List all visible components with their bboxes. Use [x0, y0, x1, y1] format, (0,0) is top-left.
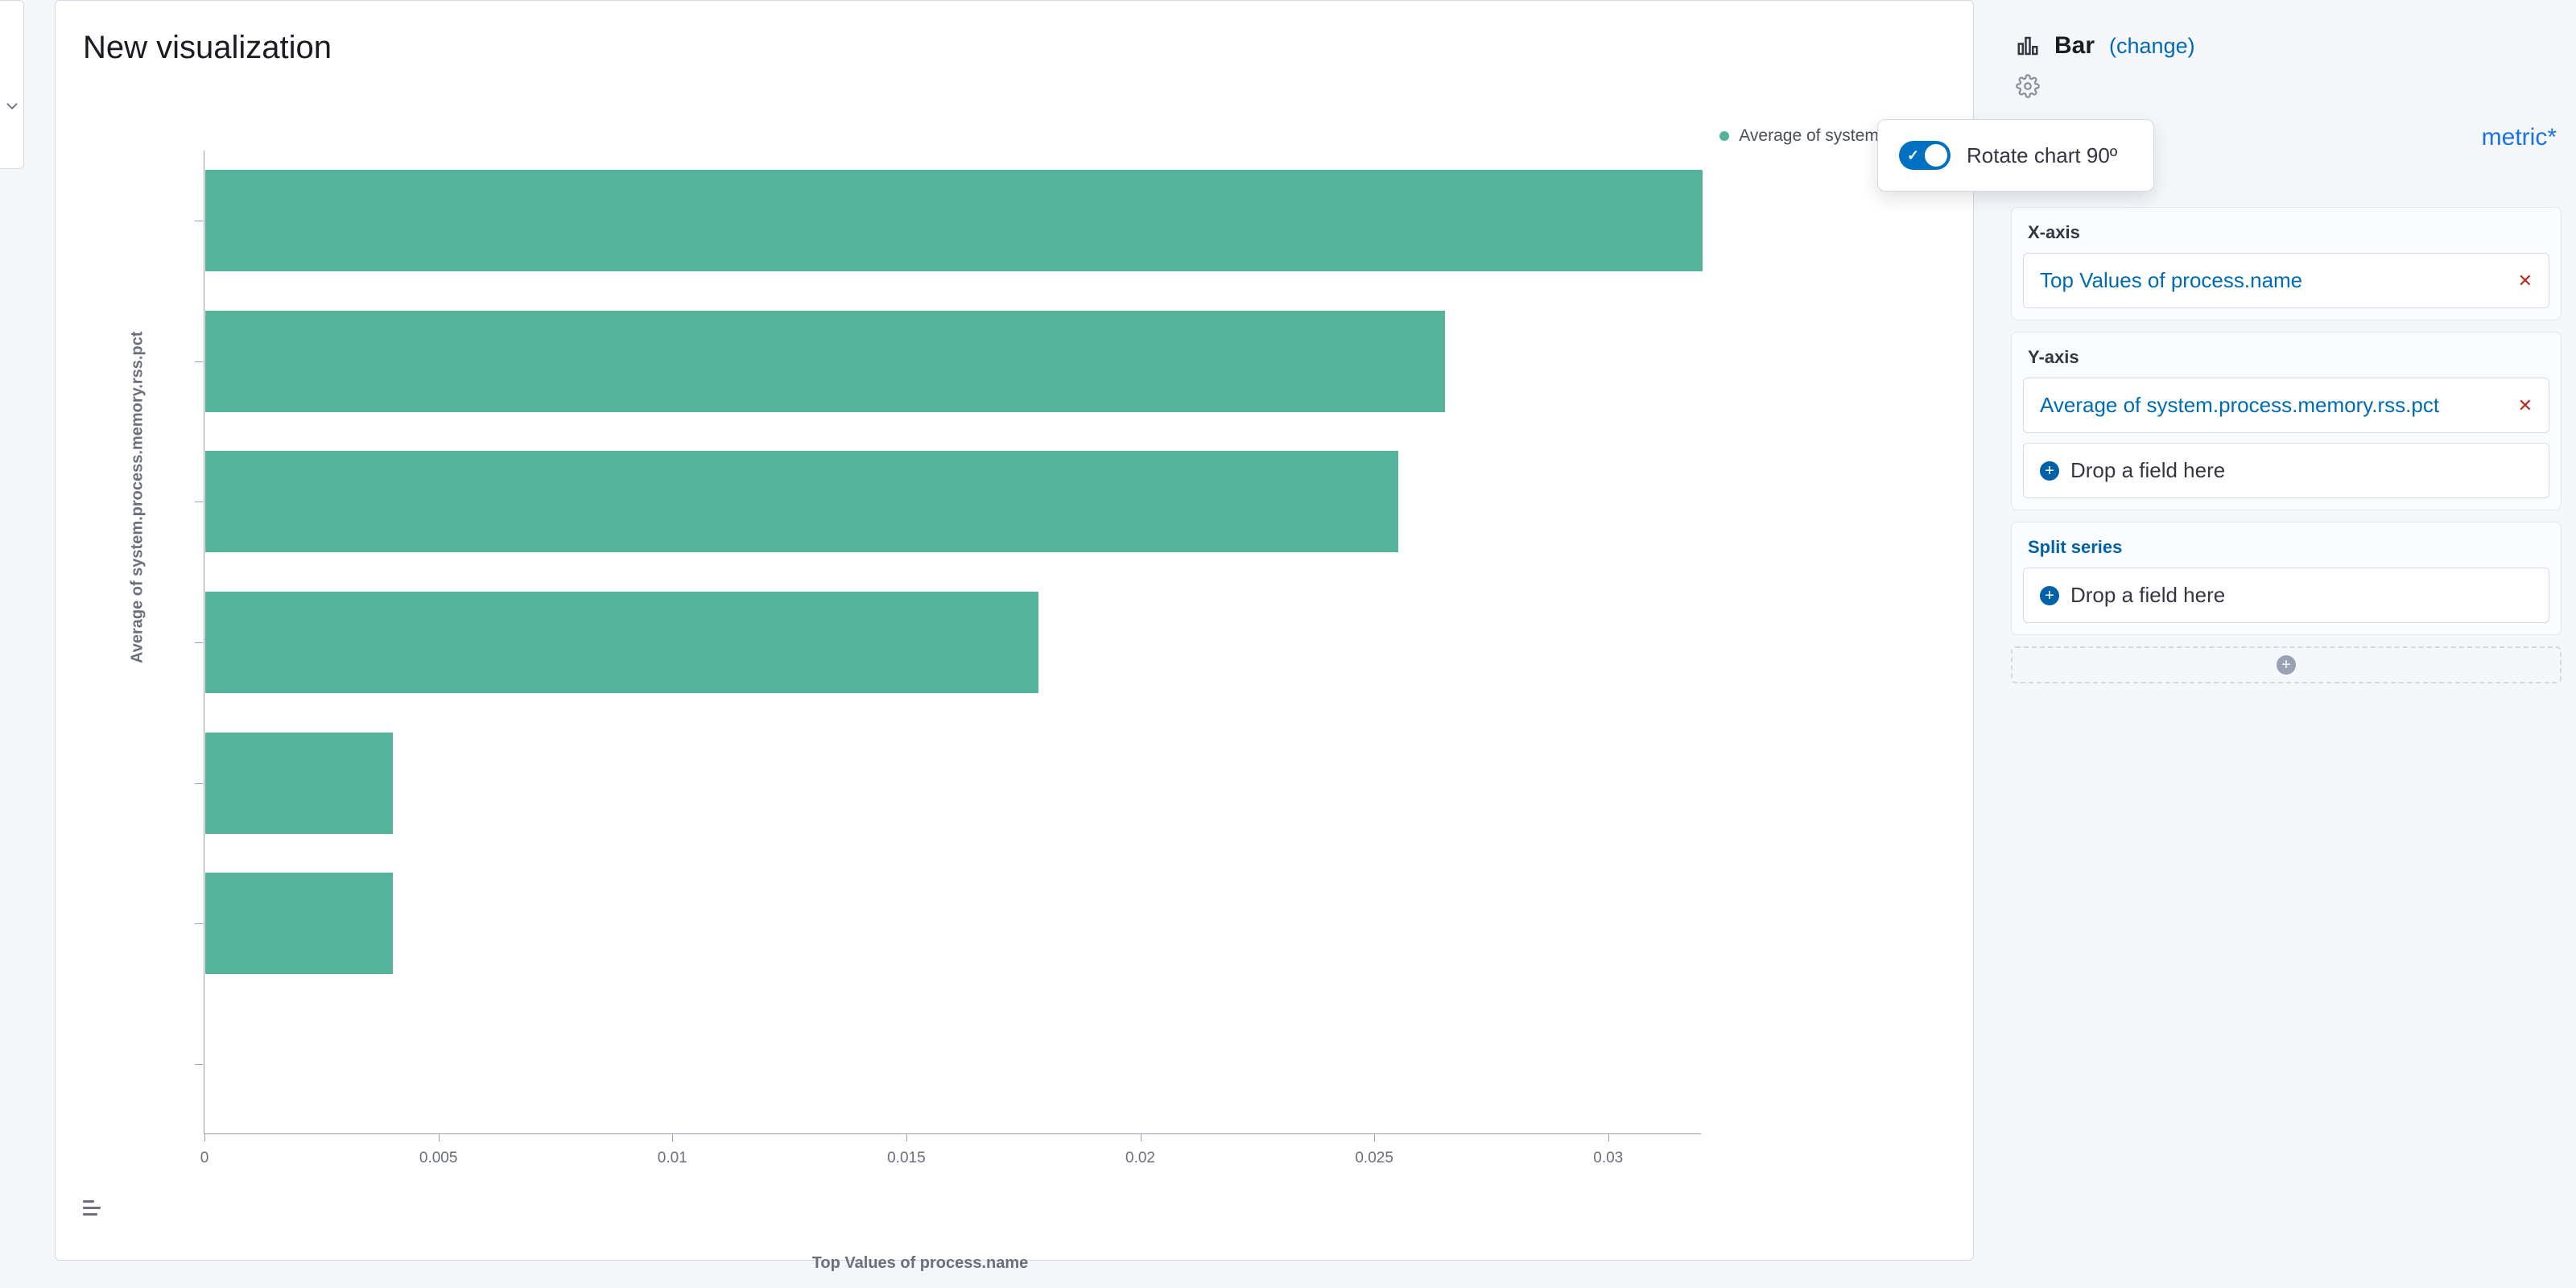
- split-series-section: Split series + Drop a field here: [2011, 522, 2562, 635]
- visualization-title: New visualization: [83, 30, 332, 66]
- split-series-drop-zone[interactable]: + Drop a field here: [2023, 568, 2549, 623]
- rotate-chart-toggle[interactable]: ✓: [1899, 141, 1951, 170]
- chart-bar[interactable]: [205, 311, 1445, 412]
- close-icon[interactable]: ✕: [2518, 395, 2533, 416]
- x-axis-tick: [906, 1133, 907, 1141]
- chart-plot[interactable]: 00.0050.010.0150.020.0250.03: [204, 151, 1701, 1134]
- chart-bar[interactable]: [205, 170, 1703, 271]
- close-icon[interactable]: ✕: [2518, 270, 2533, 291]
- y-axis-section-label: Y-axis: [2023, 344, 2549, 378]
- check-icon: ✓: [1907, 147, 1919, 164]
- chevron-down-icon: [3, 97, 21, 115]
- gear-icon[interactable]: [2016, 74, 2040, 98]
- chart-bar[interactable]: [205, 451, 1398, 552]
- plus-icon: +: [2040, 586, 2059, 605]
- x-axis-tick: [672, 1133, 673, 1141]
- x-axis-tick-label: 0.02: [1125, 1150, 1155, 1167]
- y-axis-tick: [195, 923, 203, 924]
- x-axis-tick: [439, 1133, 440, 1141]
- y-axis-section: Y-axis Average of system.process.memory.…: [2011, 332, 2562, 510]
- x-axis-section: X-axis Top Values of process.name ✕: [2011, 207, 2562, 320]
- x-axis-tick: [204, 1133, 205, 1141]
- y-axis-tick: [195, 361, 203, 362]
- chart-bar[interactable]: [205, 873, 393, 974]
- bar-chart-icon: [2016, 34, 2040, 58]
- x-axis-tick-label: 0.025: [1355, 1150, 1393, 1167]
- config-sidebar: Bar (change) metric* X-axis Top Values o…: [1996, 0, 2576, 1288]
- visualization-panel: New visualization Average of system.pro……: [55, 0, 1974, 1261]
- x-axis-tick: [1374, 1133, 1375, 1141]
- x-axis-tick-label: 0.03: [1593, 1150, 1623, 1167]
- y-axis-tick: [195, 1064, 203, 1065]
- chart-type-label: Bar: [2054, 32, 2095, 60]
- plus-icon: +: [2040, 461, 2059, 481]
- x-axis-tick-label: 0.015: [887, 1150, 926, 1167]
- legend-color-swatch: [1719, 131, 1729, 141]
- x-axis-section-label: X-axis: [2023, 219, 2549, 253]
- toggle-knob: [1925, 144, 1947, 167]
- index-pattern-link[interactable]: metric*: [2482, 124, 2557, 151]
- x-axis-field-pill[interactable]: Top Values of process.name ✕: [2023, 253, 2549, 308]
- list-icon[interactable]: [83, 1200, 105, 1223]
- split-series-label: Split series: [2023, 534, 2549, 568]
- change-chart-type-link[interactable]: (change): [2109, 34, 2195, 59]
- y-axis-label: Average of system.process.memory.rss.pct: [129, 332, 147, 663]
- rotate-chart-popover: ✓ Rotate chart 90º: [1877, 119, 2154, 192]
- x-axis-label: Top Values of process.name: [812, 1254, 1029, 1273]
- x-axis-field-text: Top Values of process.name: [2040, 268, 2302, 293]
- y-axis-drop-zone[interactable]: + Drop a field here: [2023, 443, 2549, 498]
- chart-bar[interactable]: [205, 733, 393, 834]
- y-axis-field-text: Average of system.process.memory.rss.pct: [2040, 393, 2439, 418]
- x-axis-tick-label: 0.01: [658, 1150, 687, 1167]
- drop-hint-text: Drop a field here: [2070, 458, 2225, 483]
- rotate-chart-label: Rotate chart 90º: [1967, 143, 2117, 168]
- x-axis-tick-label: 0.005: [419, 1150, 458, 1167]
- x-axis-tick: [1608, 1133, 1609, 1141]
- collapsed-left-panel[interactable]: [0, 0, 24, 169]
- plus-icon: +: [2277, 655, 2296, 675]
- drop-hint-text: Drop a field here: [2070, 583, 2225, 608]
- y-axis-tick: [195, 783, 203, 784]
- y-axis-field-pill[interactable]: Average of system.process.memory.rss.pct…: [2023, 378, 2549, 433]
- chart-area: Average of system.process.memory.rss.pct…: [139, 112, 1701, 1215]
- y-axis-tick: [195, 642, 203, 643]
- chart-bar[interactable]: [205, 592, 1038, 693]
- add-layer-button[interactable]: +: [2011, 646, 2562, 683]
- x-axis-tick-label: 0: [200, 1150, 209, 1167]
